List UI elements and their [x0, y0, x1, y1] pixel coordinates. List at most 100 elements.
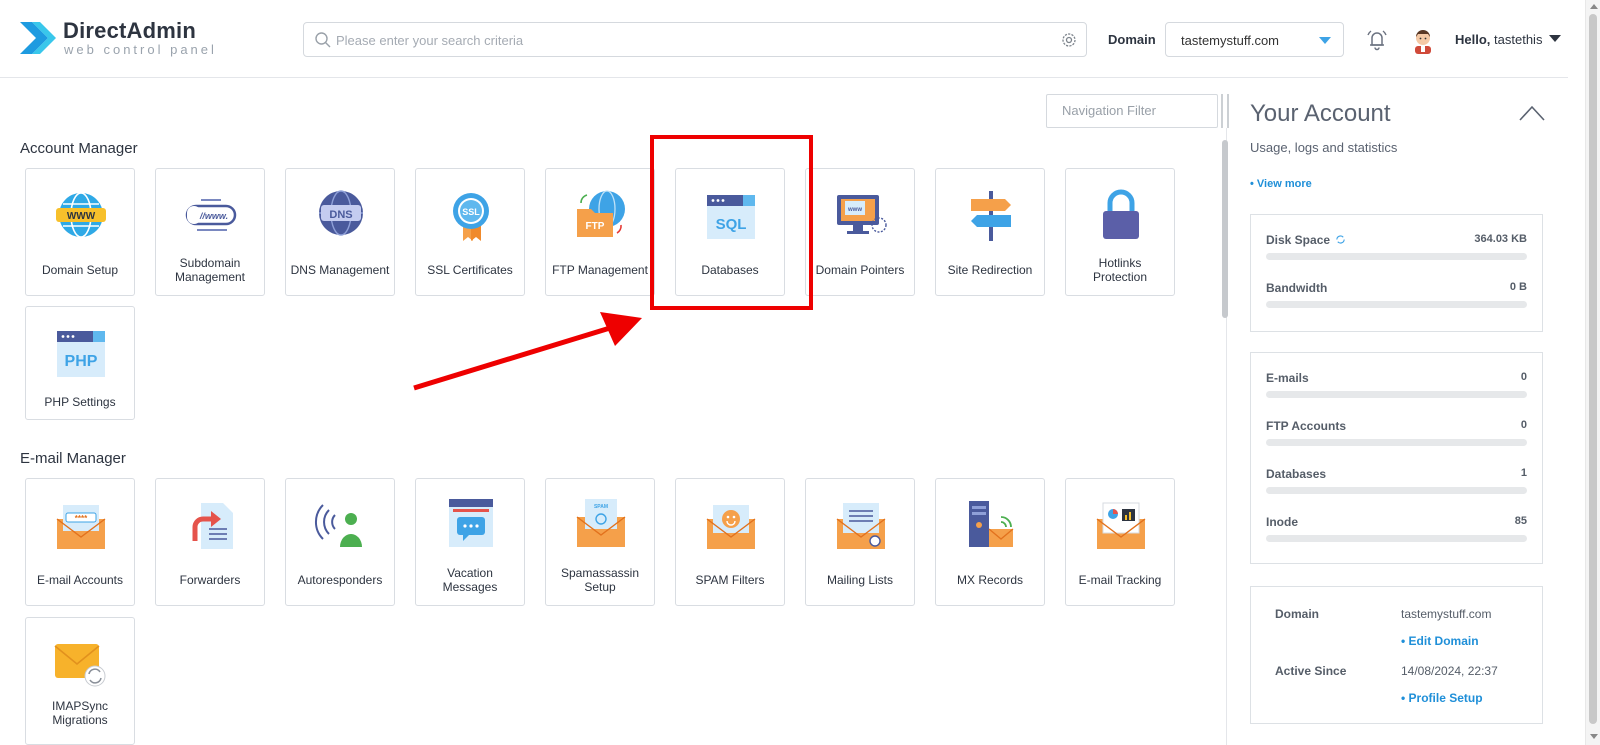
domain-label: Domain [1108, 32, 1156, 47]
usage-box: Disk Space 364.03 KB Bandwidth 0 B [1250, 214, 1543, 332]
card-databases[interactable]: SQL Databases [675, 168, 785, 296]
card-label: E-mail Accounts [36, 573, 124, 587]
svg-text:SSL: SSL [462, 207, 480, 217]
card-php-settings[interactable]: PHP PHP Settings [25, 306, 135, 420]
inode-stat: Inode 85 [1266, 515, 1527, 555]
main-scrollbar[interactable] [1222, 140, 1228, 318]
dns-globe-icon: DNS [319, 190, 363, 236]
card-email-tracking[interactable]: E-mail Tracking [1065, 478, 1175, 606]
envelope-password-icon: **** [56, 505, 106, 549]
chevron-down-icon [1319, 37, 1331, 44]
card-site-redirection[interactable]: Site Redirection [935, 168, 1045, 296]
card-label: E-mail Tracking [1078, 573, 1162, 587]
gear-icon[interactable] [1060, 31, 1078, 49]
sql-database-icon: SQL [707, 195, 755, 239]
card-label: PHP Settings [44, 395, 116, 409]
padlock-icon [1103, 189, 1139, 239]
disk-space-bar [1266, 253, 1527, 260]
card-label: Hotlinks Protection [1092, 256, 1148, 284]
card-vacation-messages[interactable]: Vacation Messages [415, 478, 525, 606]
active-since-label: Active Since [1275, 664, 1347, 678]
card-mx-records[interactable]: MX Records [935, 478, 1045, 606]
card-domain-setup[interactable]: WWW Domain Setup [25, 168, 135, 296]
card-label: Forwarders [179, 573, 241, 587]
edit-domain-link[interactable]: • Edit Domain [1401, 634, 1479, 648]
card-label: Autoresponders [297, 573, 383, 587]
imapsync-envelope-icon [54, 644, 106, 687]
global-search [303, 22, 1087, 57]
ftp-accounts-stat: FTP Accounts 0 [1266, 419, 1527, 459]
emails-bar [1266, 391, 1527, 398]
stat-value: 1 [1520, 467, 1527, 479]
page-scrollbar-thumb[interactable] [1589, 14, 1597, 724]
svg-text:DNS: DNS [329, 209, 352, 221]
databases-stat: Databases 1 [1266, 467, 1527, 507]
card-label: FTP Management [552, 263, 648, 277]
card-label: Mailing Lists [826, 573, 894, 587]
card-label: Domain Setup [41, 263, 119, 277]
top-header: DirectAdmin web control panel Domain tas… [0, 0, 1568, 78]
svg-text:PHP: PHP [65, 353, 98, 370]
view-more-link[interactable]: • View more [1250, 178, 1312, 190]
directadmin-logo[interactable]: DirectAdmin web control panel [18, 16, 218, 62]
card-imapsync-migrations[interactable]: IMAPSync Migrations [25, 617, 135, 745]
card-ssl-certificates[interactable]: SSL SSL Certificates [415, 168, 525, 296]
card-spamassassin-setup[interactable]: SPAM Spamassassin Setup [545, 478, 655, 606]
card-dns-management[interactable]: DNS DNS Management [285, 168, 395, 296]
card-label: Vacation Messages [442, 566, 498, 594]
domain-select[interactable]: tastemystuff.com [1165, 22, 1344, 57]
user-menu-chevron-icon[interactable] [1549, 35, 1561, 42]
card-email-accounts[interactable]: **** E-mail Accounts [25, 478, 135, 606]
card-label: Spamassassin Setup [560, 566, 640, 594]
card-label: Site Redirection [947, 263, 1033, 277]
domain-pointer-monitor-icon: www [837, 195, 887, 234]
scroll-up-arrow-icon[interactable] [1590, 4, 1598, 9]
card-mailing-lists[interactable]: Mailing Lists [805, 478, 915, 606]
stat-name: Disk Space [1266, 233, 1346, 247]
card-label: IMAPSync Migrations [51, 699, 108, 727]
subdomain-link-icon: //www. [185, 199, 237, 231]
notification-bell-icon[interactable] [1364, 27, 1390, 53]
account-manager-title: Account Manager [20, 140, 138, 157]
stat-value: 85 [1514, 515, 1527, 527]
profile-setup-link[interactable]: • Profile Setup [1401, 691, 1483, 705]
card-ftp-management[interactable]: FTP FTP Management [545, 168, 655, 296]
card-autoresponders[interactable]: Autoresponders [285, 478, 395, 606]
greeting-prefix: Hello, [1455, 32, 1491, 47]
logo-subtitle: web control panel [64, 42, 217, 57]
card-domain-pointers[interactable]: www Domain Pointers [805, 168, 915, 296]
vacation-message-icon [449, 499, 493, 547]
refresh-icon[interactable] [1335, 234, 1346, 245]
svg-text:FTP: FTP [586, 221, 605, 232]
your-account-subtitle: Usage, logs and statistics [1250, 140, 1398, 155]
collapse-chevron-up-icon[interactable] [1518, 104, 1546, 122]
svg-text:www: www [847, 207, 862, 213]
panel-resize-handle[interactable] [1221, 94, 1229, 128]
svg-text:****: **** [75, 514, 88, 523]
svg-text://www.: //www. [199, 211, 228, 221]
disk-space-stat: Disk Space 364.03 KB [1266, 233, 1527, 273]
mx-server-icon [969, 501, 1014, 547]
scroll-down-arrow-icon[interactable] [1590, 734, 1598, 739]
page-scrollbar[interactable] [1585, 0, 1600, 745]
card-forwarders[interactable]: Forwarders [155, 478, 265, 606]
mailing-list-envelope-icon [836, 503, 886, 549]
user-greeting[interactable]: Hello, tastethis [1455, 32, 1542, 47]
counts-box: E-mails 0 FTP Accounts 0 Databases 1 Ino… [1250, 352, 1543, 564]
avatar[interactable] [1410, 26, 1436, 54]
databases-bar [1266, 487, 1527, 494]
ssl-badge-icon: SSL [453, 193, 489, 241]
globe-www-icon: WWW [56, 192, 106, 238]
card-hotlinks-protection[interactable]: Hotlinks Protection [1065, 168, 1175, 296]
email-tracking-chart-icon [1096, 502, 1146, 549]
card-spam-filters[interactable]: SPAM Filters [675, 478, 785, 606]
card-label: SSL Certificates [427, 263, 513, 277]
username: tastethis [1494, 32, 1543, 47]
domain-info-box: Domain tastemystuff.com • Edit Domain Ac… [1250, 586, 1543, 724]
svg-text:WWW: WWW [67, 211, 96, 222]
card-label: Subdomain Management [174, 256, 246, 284]
search-input[interactable] [336, 29, 1036, 51]
card-subdomain-management[interactable]: //www. Subdomain Management [155, 168, 265, 296]
stat-value: 0 [1520, 371, 1527, 383]
navigation-filter-input[interactable] [1062, 103, 1212, 118]
